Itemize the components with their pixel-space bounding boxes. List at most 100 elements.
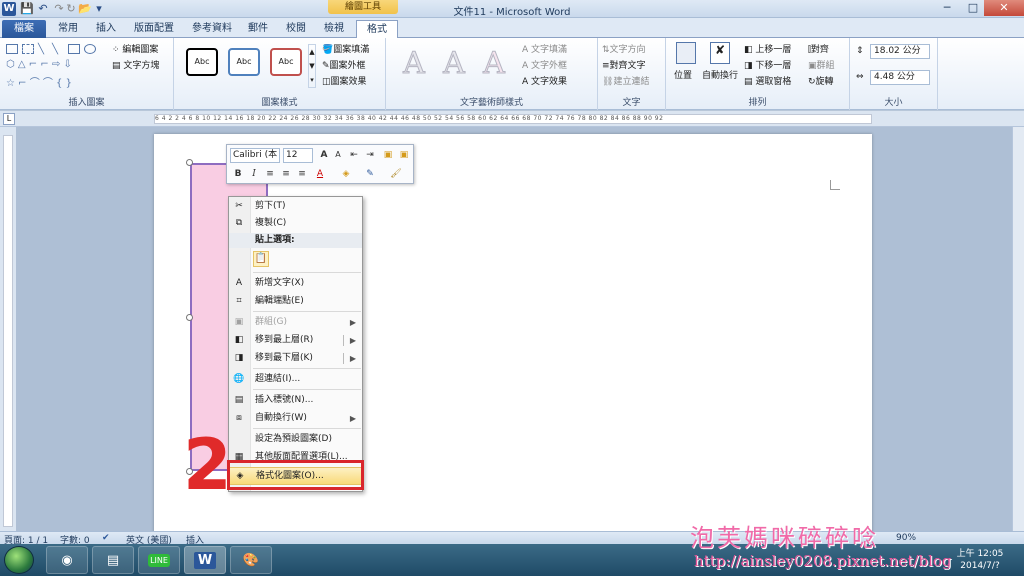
tab-selector-icon[interactable]: L: [3, 113, 15, 125]
highlight-icon[interactable]: ◈: [339, 167, 353, 181]
shape-effects-button[interactable]: ◫圖案效果: [322, 74, 367, 87]
menu-set-default-shape[interactable]: 設定為預設圖案(D): [229, 431, 362, 448]
shrink-font-button[interactable]: A: [331, 148, 345, 162]
align-text-icon: ≡: [602, 61, 610, 71]
align-center-icon[interactable]: ≡: [279, 167, 293, 181]
tab-file[interactable]: 檔案: [2, 20, 46, 38]
font-name-field[interactable]: Calibri (本: [230, 148, 280, 163]
format-painter-icon[interactable]: 🖌: [389, 167, 403, 181]
menu-send-to-back[interactable]: ◨ 移到最下層(K) ▶: [229, 350, 362, 367]
wrap-text-icon[interactable]: ✘: [710, 42, 730, 64]
create-link-button[interactable]: ⛓建立連結: [602, 74, 649, 87]
wordart-style-3[interactable]: A: [476, 46, 512, 82]
shape-style-red[interactable]: Abc: [270, 48, 302, 76]
group-wordart-styles: A A A A 文字填滿 A 文字外框 A 文字效果 文字藝術師樣式: [386, 38, 598, 110]
wordart-style-1[interactable]: A: [396, 46, 432, 82]
minimize-button[interactable]: ─: [934, 0, 960, 16]
tab-page-layout[interactable]: 版面配置: [124, 20, 184, 38]
align-button[interactable]: ⫿對齊: [808, 42, 829, 55]
tab-insert[interactable]: 插入: [86, 20, 126, 38]
text-box-button[interactable]: ▤ 文字方塊: [112, 58, 159, 71]
vertical-scrollbar[interactable]: [1012, 127, 1024, 531]
group-arrange: 位置 ✘ 自動換行 ◧ 上移一層 ◨ 下移一層 ▤ 選取窗格 ⫿對齊 ▣群組 ↻…: [666, 38, 850, 110]
menu-cut[interactable]: ✂ 剪下(T): [229, 198, 362, 215]
shape-width-input[interactable]: 4.48 公分: [870, 70, 930, 85]
tab-references[interactable]: 參考資料: [182, 20, 242, 38]
edit-shape-button[interactable]: ⁘ 編輯圖案: [112, 42, 158, 55]
submenu-arrow-icon[interactable]: ▶: [350, 350, 356, 367]
wordart-style-2[interactable]: A: [436, 46, 472, 82]
horizontal-ruler[interactable]: L 6 4 2 2 4 6 8 10 12 14 16 18 20 22 24 …: [0, 111, 1024, 127]
menu-edit-points[interactable]: ⌗ 編輯端點(E): [229, 293, 362, 310]
tab-view[interactable]: 檢視: [314, 20, 354, 38]
tab-home[interactable]: 常用: [48, 20, 88, 38]
bold-button[interactable]: B: [231, 167, 245, 181]
wrap-text-button[interactable]: 自動換行: [702, 68, 738, 81]
pencil-outline-icon[interactable]: ✎: [363, 167, 377, 181]
styles-icon[interactable]: ▣: [381, 148, 395, 162]
text-box-icon: ▤: [112, 61, 124, 71]
start-button[interactable]: [4, 546, 34, 574]
increase-indent-icon[interactable]: ⇥: [363, 148, 377, 162]
shape-style-blue[interactable]: Abc: [228, 48, 260, 76]
shape-height-input[interactable]: 18.02 公分: [870, 44, 930, 59]
system-clock[interactable]: 上午 12:05 2014/7/?: [950, 548, 1010, 572]
position-icon[interactable]: [676, 42, 696, 64]
format-painter-small-icon[interactable]: ▣: [397, 148, 411, 162]
tab-format[interactable]: 格式: [356, 20, 398, 38]
text-fill-button[interactable]: A 文字填滿: [522, 42, 567, 55]
position-button[interactable]: 位置: [674, 68, 692, 81]
tab-review[interactable]: 校閱: [276, 20, 316, 38]
menu-insert-caption[interactable]: ▤ 插入標號(N)...: [229, 392, 362, 409]
watermark-title: 泡芙媽咪碎碎唸: [690, 524, 879, 552]
resize-handle-nw[interactable]: [186, 159, 193, 166]
submenu-arrow-icon[interactable]: ▶: [350, 332, 356, 349]
close-button[interactable]: ✕: [984, 0, 1024, 16]
bring-front-icon: ◧: [234, 335, 244, 345]
selection-pane-button[interactable]: ▤ 選取窗格: [744, 74, 791, 87]
rotate-button[interactable]: ↻旋轉: [808, 74, 834, 87]
taskbar-explorer[interactable]: ▤: [92, 546, 134, 574]
send-backward-button[interactable]: ◨ 下移一層: [744, 58, 791, 71]
grow-font-button[interactable]: A: [317, 148, 331, 162]
menu-copy[interactable]: ⧉ 複製(C): [229, 215, 362, 232]
menu-add-text[interactable]: A 新增文字(X): [229, 275, 362, 292]
align-left-icon[interactable]: ≡: [263, 167, 277, 181]
decrease-indent-icon[interactable]: ⇤: [347, 148, 361, 162]
menu-hyperlink[interactable]: 🌐 超連結(I)...: [229, 371, 362, 388]
vertical-ruler[interactable]: [0, 127, 16, 531]
bring-forward-button[interactable]: ◧ 上移一層: [744, 42, 791, 55]
taskbar-line[interactable]: LINE: [138, 546, 180, 574]
style-gallery-scroll[interactable]: ▲ ▼ ▾: [308, 44, 316, 88]
text-direction-icon: ⇅: [602, 45, 610, 55]
font-size-field[interactable]: 12: [283, 148, 313, 163]
menu-bring-to-front[interactable]: ◧ 移到最上層(R) ▶: [229, 332, 362, 349]
resize-handle-w[interactable]: [186, 314, 193, 321]
shape-fill-button[interactable]: 🪣圖案填滿: [322, 42, 369, 55]
group-icon: ▣: [808, 61, 817, 71]
clock-time: 上午 12:05: [956, 549, 1004, 559]
text-direction-button[interactable]: ⇅文字方向: [602, 42, 646, 55]
shape-gallery[interactable]: ╲ ╲ ⬡ △ ⌐ ⌐ ⇨ ⇩ ☆ ⌐ ⌒ ⌒ { }: [6, 44, 102, 89]
taskbar-paint[interactable]: 🎨: [230, 546, 272, 574]
align-right-icon[interactable]: ≡: [295, 167, 309, 181]
paste-keep-format-icon[interactable]: 📋: [253, 251, 269, 267]
maximize-button[interactable]: □: [960, 0, 986, 16]
tab-mailings[interactable]: 郵件: [238, 20, 278, 38]
shape-style-black[interactable]: Abc: [186, 48, 218, 76]
proofing-icon[interactable]: ✔: [102, 533, 110, 543]
taskbar-chrome[interactable]: ◉: [46, 546, 88, 574]
font-color-icon[interactable]: A: [313, 167, 327, 181]
shape-outline-button[interactable]: ✎圖案外框: [322, 58, 366, 71]
align-text-button[interactable]: ≡對齊文字: [602, 58, 646, 71]
highlight-annotation-box: [227, 460, 364, 490]
menu-group: ▣ 群組(G) ▶: [229, 314, 362, 331]
taskbar-word[interactable]: W: [184, 546, 226, 574]
group-insert-shapes: ╲ ╲ ⬡ △ ⌐ ⌐ ⇨ ⇩ ☆ ⌐ ⌒ ⌒ { } ⁘ 編輯圖案 ▤ 文字方…: [0, 38, 174, 110]
zoom-level[interactable]: 90%: [896, 533, 916, 543]
text-effects-button[interactable]: A 文字效果: [522, 74, 567, 87]
group-button[interactable]: ▣群組: [808, 58, 835, 71]
italic-button[interactable]: I: [247, 167, 261, 181]
text-outline-button[interactable]: A 文字外框: [522, 58, 567, 71]
menu-wrap-text[interactable]: ⧈ 自動換行(W) ▶: [229, 410, 362, 427]
